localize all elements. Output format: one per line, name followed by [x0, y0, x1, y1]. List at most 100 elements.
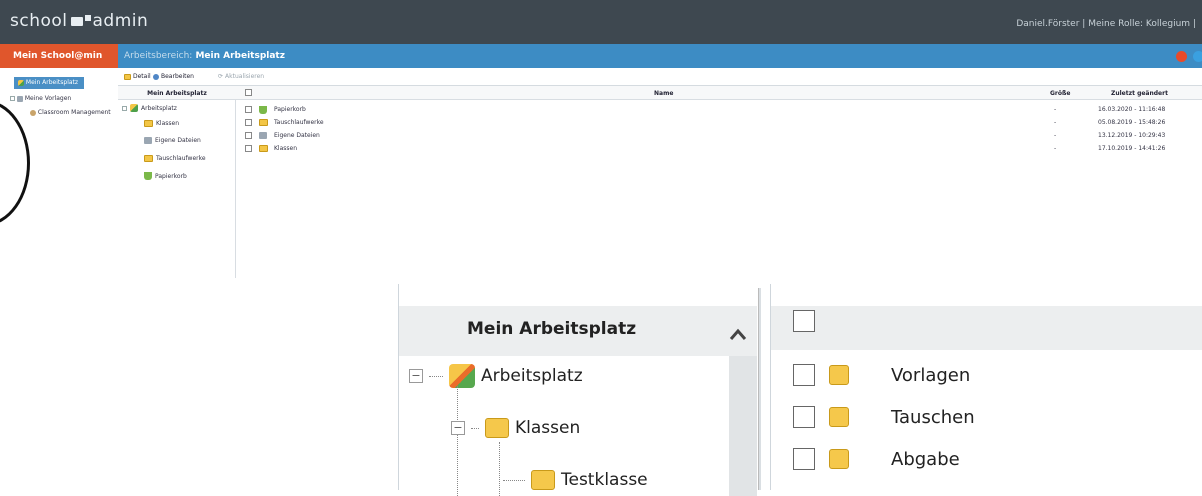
expand-icon[interactable]	[10, 96, 15, 101]
sidebar-item-templates[interactable]: Meine Vorlagen	[10, 95, 71, 102]
user-separator: |	[1082, 19, 1086, 29]
brand-prefix: school	[10, 11, 68, 31]
row-checkbox[interactable]	[245, 132, 252, 139]
tree-header: Mein Arbeitsplatz	[118, 86, 236, 100]
refresh-button[interactable]: ⟳ Aktualisieren	[218, 73, 264, 80]
zoom-tree-root-label: Arbeitsplatz	[481, 366, 583, 386]
zoom-tree-pane: Mein Arbeitsplatz − Arbeitsplatz − Klass…	[398, 284, 764, 496]
user-role[interactable]: Meine Rolle: Kollegium	[1088, 19, 1190, 29]
zoom-tree-header: Mein Arbeitsplatz	[399, 306, 757, 356]
zoom-file-row[interactable]: Vorlagen	[793, 364, 970, 386]
sidebar-item-label: Meine Vorlagen	[24, 95, 72, 102]
tree-root-label: Arbeitsplatz	[141, 104, 177, 112]
file-size: -	[1054, 132, 1057, 139]
edit-button[interactable]: Bearbeiten	[153, 73, 194, 80]
user-info: Daniel.Förster | Meine Rolle: Kollegium …	[1016, 19, 1196, 29]
file-size: -	[1054, 145, 1057, 152]
column-size[interactable]: Größe	[1050, 90, 1070, 97]
row-checkbox[interactable]	[245, 145, 252, 152]
trash-icon	[144, 172, 152, 180]
zoom-tree-root[interactable]: − Arbeitsplatz	[409, 364, 583, 388]
folder-icon	[485, 418, 509, 438]
workspace-icon	[449, 364, 475, 388]
file-name[interactable]: Papierkorb	[274, 106, 306, 113]
row-checkbox[interactable]	[793, 364, 815, 386]
folder-icon	[829, 449, 849, 469]
zoom-file-header	[771, 306, 1202, 350]
file-name[interactable]: Eigene Dateien	[274, 132, 320, 139]
file-modified: 16.03.2020 - 11:16:48	[1098, 106, 1166, 113]
zoom-tree-item-label: Klassen	[515, 418, 581, 438]
user-name[interactable]: Daniel.Förster	[1016, 19, 1079, 29]
file-modified: 05.08.2019 - 15:48:26	[1098, 119, 1166, 126]
file-modified: 13.12.2019 - 10:29:43	[1098, 132, 1166, 139]
brand-suffix: admin	[92, 11, 149, 31]
folder-icon	[829, 365, 849, 385]
tree-item-label: Tauschlaufwerke	[156, 155, 206, 162]
table-header: Name Größe Zuletzt geändert	[236, 86, 1202, 100]
sidebar-item-classroom[interactable]: Classroom Management	[30, 109, 111, 116]
user-trail: |	[1192, 19, 1196, 29]
file-name[interactable]: Tauschlaufwerke	[274, 119, 324, 126]
sidebar-item-my-workspace[interactable]: Mein Arbeitsplatz	[14, 77, 84, 89]
row-checkbox[interactable]	[793, 448, 815, 470]
file-name[interactable]: Abgabe	[891, 449, 960, 470]
file-modified: 17.10.2019 - 14:41:26	[1098, 145, 1166, 152]
logo-icon	[70, 16, 83, 26]
collapse-icon[interactable]: −	[451, 421, 465, 435]
zoom-file-pane: Vorlagen Tauschen Abgabe	[770, 284, 1202, 490]
select-all-checkbox[interactable]	[245, 89, 252, 96]
row-checkbox[interactable]	[245, 119, 252, 126]
notification-icon[interactable]	[1176, 51, 1187, 62]
pane-splitter[interactable]	[758, 288, 761, 490]
tree-item-shared-drives[interactable]: Tauschlaufwerke	[144, 155, 206, 162]
file-list-pane: Name Größe Zuletzt geändert Papierkorb -…	[236, 86, 1202, 278]
tree-item-own-files[interactable]: Eigene Dateien	[144, 137, 201, 144]
column-modified[interactable]: Zuletzt geändert	[1111, 90, 1168, 97]
tree-line	[499, 442, 500, 496]
file-name[interactable]: Tauschen	[891, 407, 975, 428]
classroom-icon	[30, 109, 36, 116]
zoom-tree-item-testclass[interactable]: Testklasse	[503, 470, 648, 490]
breadcrumb-label: Arbeitsbereich:	[124, 51, 193, 61]
file-name[interactable]: Vorlagen	[891, 365, 970, 386]
file-name[interactable]: Klassen	[274, 145, 297, 152]
detail-icon	[124, 73, 131, 80]
table-row[interactable]: Papierkorb - 16.03.2020 - 11:16:48	[236, 104, 1202, 115]
app-logo[interactable]: school admin	[10, 11, 148, 31]
tree-item-label: Eigene Dateien	[155, 137, 201, 144]
column-name[interactable]: Name	[654, 90, 673, 97]
tree-item-label: Klassen	[156, 120, 180, 127]
zoom-inset: Mein Arbeitsplatz − Arbeitsplatz − Klass…	[398, 278, 1202, 496]
help-icon[interactable]	[1193, 51, 1202, 62]
scrollbar[interactable]	[729, 356, 757, 496]
file-size: -	[1054, 106, 1057, 113]
tree-item-classes[interactable]: Klassen	[144, 120, 179, 127]
table-row[interactable]: Tauschlaufwerke - 05.08.2019 - 15:48:26	[236, 117, 1202, 128]
workspace-icon	[18, 79, 24, 86]
tree-root[interactable]: Arbeitsplatz	[122, 104, 177, 112]
zoom-tree-item-label: Testklasse	[561, 470, 648, 490]
trash-icon	[259, 106, 267, 114]
zoom-file-row[interactable]: Tauschen	[793, 406, 975, 428]
table-row[interactable]: Eigene Dateien - 13.12.2019 - 10:29:43	[236, 130, 1202, 141]
tree-connector	[503, 479, 525, 481]
collapse-up-icon[interactable]	[729, 326, 747, 344]
collapse-icon[interactable]: −	[409, 369, 423, 383]
zoom-file-row[interactable]: Abgabe	[793, 448, 960, 470]
top-bar: school admin Daniel.Förster | Meine Roll…	[0, 0, 1202, 44]
folder-icon	[144, 155, 153, 162]
breadcrumb-value: Mein Arbeitsplatz	[195, 51, 285, 61]
my-schooladmin-tab[interactable]: Mein School@min	[0, 44, 118, 68]
collapse-icon[interactable]	[122, 105, 127, 111]
tree-item-trash[interactable]: Papierkorb	[144, 172, 187, 180]
toolbar: Detail Bearbeiten ⟳ Aktualisieren	[118, 68, 1202, 86]
zoom-tree-item-classes[interactable]: − Klassen	[451, 418, 580, 438]
row-checkbox[interactable]	[793, 406, 815, 428]
table-row[interactable]: Klassen - 17.10.2019 - 14:41:26	[236, 143, 1202, 154]
select-all-checkbox[interactable]	[793, 310, 815, 332]
folder-tree-pane: Mein Arbeitsplatz Arbeitsplatz Klassen E…	[118, 86, 236, 278]
detail-button[interactable]: Detail	[124, 73, 151, 80]
row-checkbox[interactable]	[245, 106, 252, 113]
edit-label: Bearbeiten	[161, 73, 194, 80]
